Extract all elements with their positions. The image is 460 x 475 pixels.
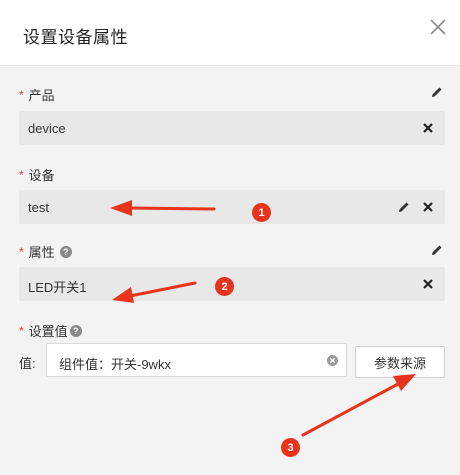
annotation-badge-3: 3 <box>281 438 300 457</box>
annotation-badge-1: 1 <box>252 203 271 222</box>
annotation-badge-2: 2 <box>215 277 234 296</box>
annotation-arrows <box>110 200 416 437</box>
